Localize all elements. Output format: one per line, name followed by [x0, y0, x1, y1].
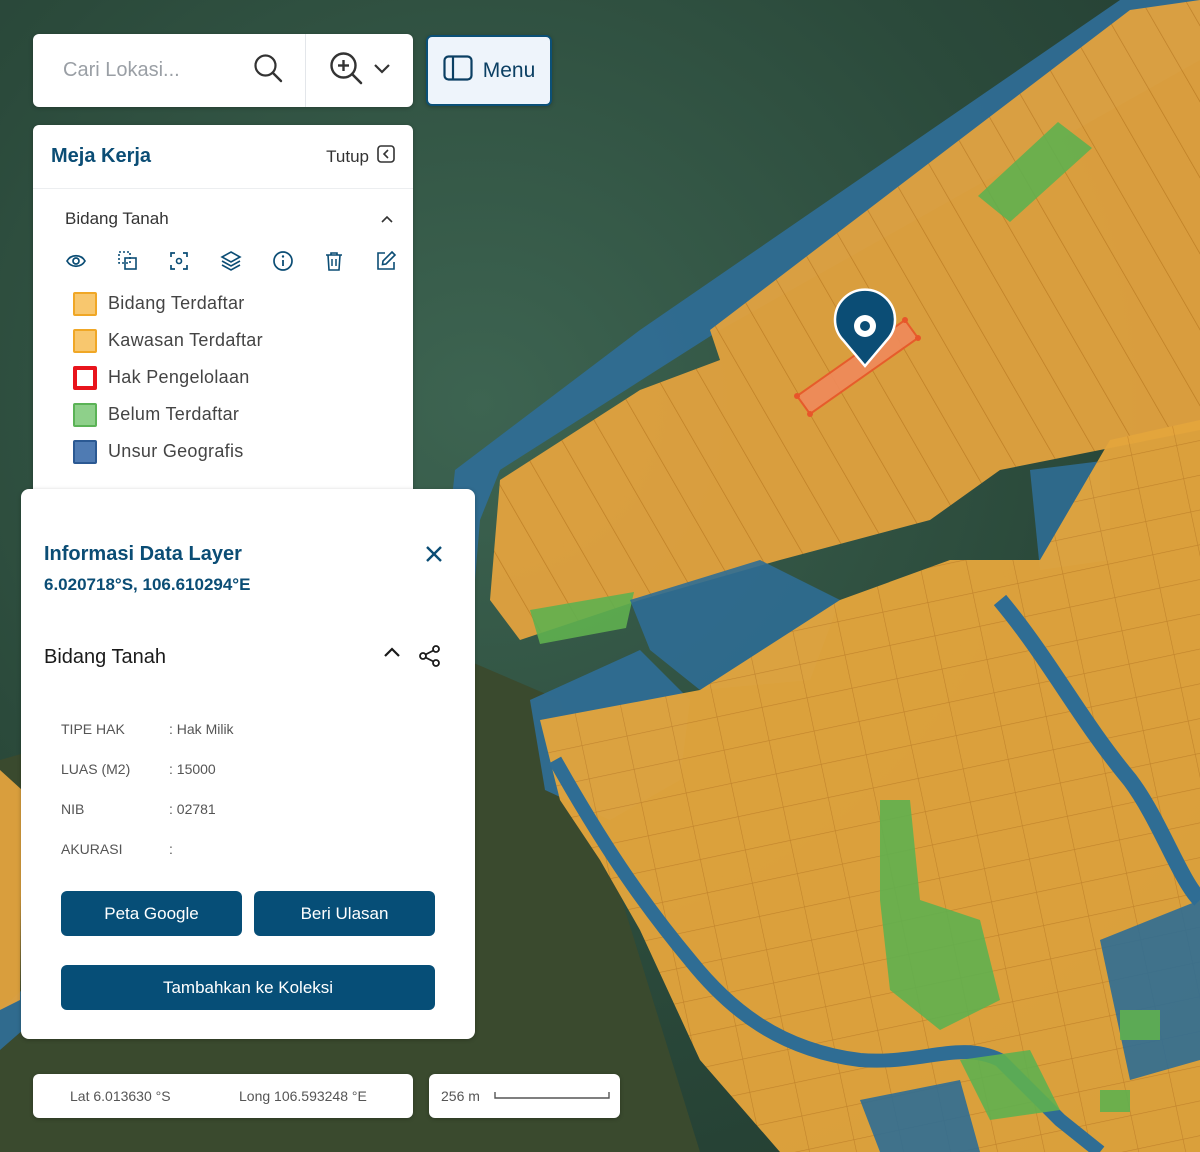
info-title: Informasi Data Layer [44, 543, 242, 565]
legend-label: Hak Pengelolaan [108, 367, 250, 387]
focus-icon[interactable] [168, 250, 190, 277]
registered-parcels-edge[interactable] [0, 770, 22, 1010]
legend-swatch [73, 365, 97, 390]
workspace-title: Meja Kerja [51, 145, 152, 167]
edit-icon[interactable] [375, 250, 397, 277]
scale-label: 256 m [441, 1088, 480, 1104]
attribute-row: TIPE HAK : Hak Milik [61, 721, 234, 737]
review-button[interactable]: Beri Ulasan [254, 891, 435, 936]
unregistered-parcel[interactable] [1100, 1090, 1130, 1112]
longitude-readout: Long 106.593248 °E [239, 1088, 367, 1104]
search-bar [33, 34, 413, 107]
scale-bar: 256 m [429, 1074, 620, 1118]
unregistered-parcel[interactable] [1120, 1010, 1160, 1040]
legend-list: Bidang Terdaftar Kawasan Terdaftar Hak P… [33, 285, 413, 470]
chevron-up-icon[interactable] [383, 645, 401, 664]
zoom-in-icon[interactable] [329, 51, 363, 90]
search-icon[interactable] [253, 53, 283, 88]
close-workspace-label: Tutup [326, 146, 369, 166]
legend-item[interactable]: Kawasan Terdaftar [33, 322, 413, 359]
legend-swatch [73, 328, 97, 353]
chevron-down-icon[interactable] [373, 62, 391, 80]
info-coordinates: 6.020718°S, 106.610294°E [44, 575, 251, 594]
legend-label: Unsur Geografis [108, 441, 244, 461]
info-panel: Informasi Data Layer 6.020718°S, 106.610… [21, 489, 475, 1039]
attribute-value: : 02781 [169, 801, 216, 817]
attribute-key: LUAS (M2) [61, 761, 131, 777]
legend-item[interactable]: Unsur Geografis [33, 433, 413, 470]
section-title: Bidang Tanah [44, 646, 166, 668]
sidebar-icon [443, 54, 473, 87]
legend-swatch [73, 291, 97, 316]
attribute-key: AKURASI [61, 841, 123, 857]
legend-swatch [73, 439, 97, 464]
zoom-dropdown[interactable] [306, 34, 413, 107]
coordinate-readout: Lat 6.013630 °S Long 106.593248 °E [33, 1074, 413, 1118]
attribute-row: LUAS (M2) : 15000 [61, 761, 216, 777]
close-workspace-button[interactable]: Tutup [326, 145, 395, 168]
copy-icon[interactable] [117, 250, 139, 277]
attribute-key: TIPE HAK [61, 721, 125, 737]
legend-item[interactable]: Belum Terdaftar [33, 396, 413, 433]
collapse-left-icon [377, 145, 395, 168]
workspace-panel: Meja Kerja Tutup Bidang Tanah Bidang Ter… [33, 125, 413, 525]
close-icon[interactable] [423, 543, 445, 570]
attribute-value: : Hak Milik [169, 721, 234, 737]
attribute-key: NIB [61, 801, 85, 817]
legend-label: Kawasan Terdaftar [108, 330, 263, 350]
legend-label: Bidang Terdaftar [108, 293, 245, 313]
share-icon[interactable] [418, 644, 442, 673]
workspace-header: Meja Kerja Tutup [33, 125, 413, 189]
layers-icon[interactable] [220, 250, 242, 277]
attribute-value: : [169, 841, 173, 857]
attribute-value: : 15000 [169, 761, 216, 777]
legend-label: Belum Terdaftar [108, 404, 240, 424]
attribute-row: NIB : 02781 [61, 801, 216, 817]
google-map-button[interactable]: Peta Google [61, 891, 242, 936]
info-icon[interactable] [272, 250, 294, 277]
eye-icon[interactable] [65, 250, 87, 277]
menu-label: Menu [482, 58, 536, 82]
legend-item[interactable]: Hak Pengelolaan [33, 359, 413, 396]
legend-item[interactable]: Bidang Terdaftar [33, 285, 413, 322]
attribute-row: AKURASI : [61, 841, 173, 857]
search-field[interactable] [33, 34, 306, 107]
latitude-readout: Lat 6.013630 °S [70, 1088, 171, 1104]
search-input[interactable] [63, 59, 243, 82]
trash-icon[interactable] [323, 250, 345, 277]
layer-header[interactable]: Bidang Tanah [33, 189, 413, 249]
layer-toolbar [33, 249, 413, 277]
chevron-up-icon[interactable] [381, 210, 393, 228]
layer-title: Bidang Tanah [65, 209, 169, 228]
scale-line [494, 1088, 610, 1104]
add-to-collection-button[interactable]: Tambahkan ke Koleksi [61, 965, 435, 1010]
legend-swatch [73, 402, 97, 427]
menu-button[interactable]: Menu [426, 35, 552, 106]
